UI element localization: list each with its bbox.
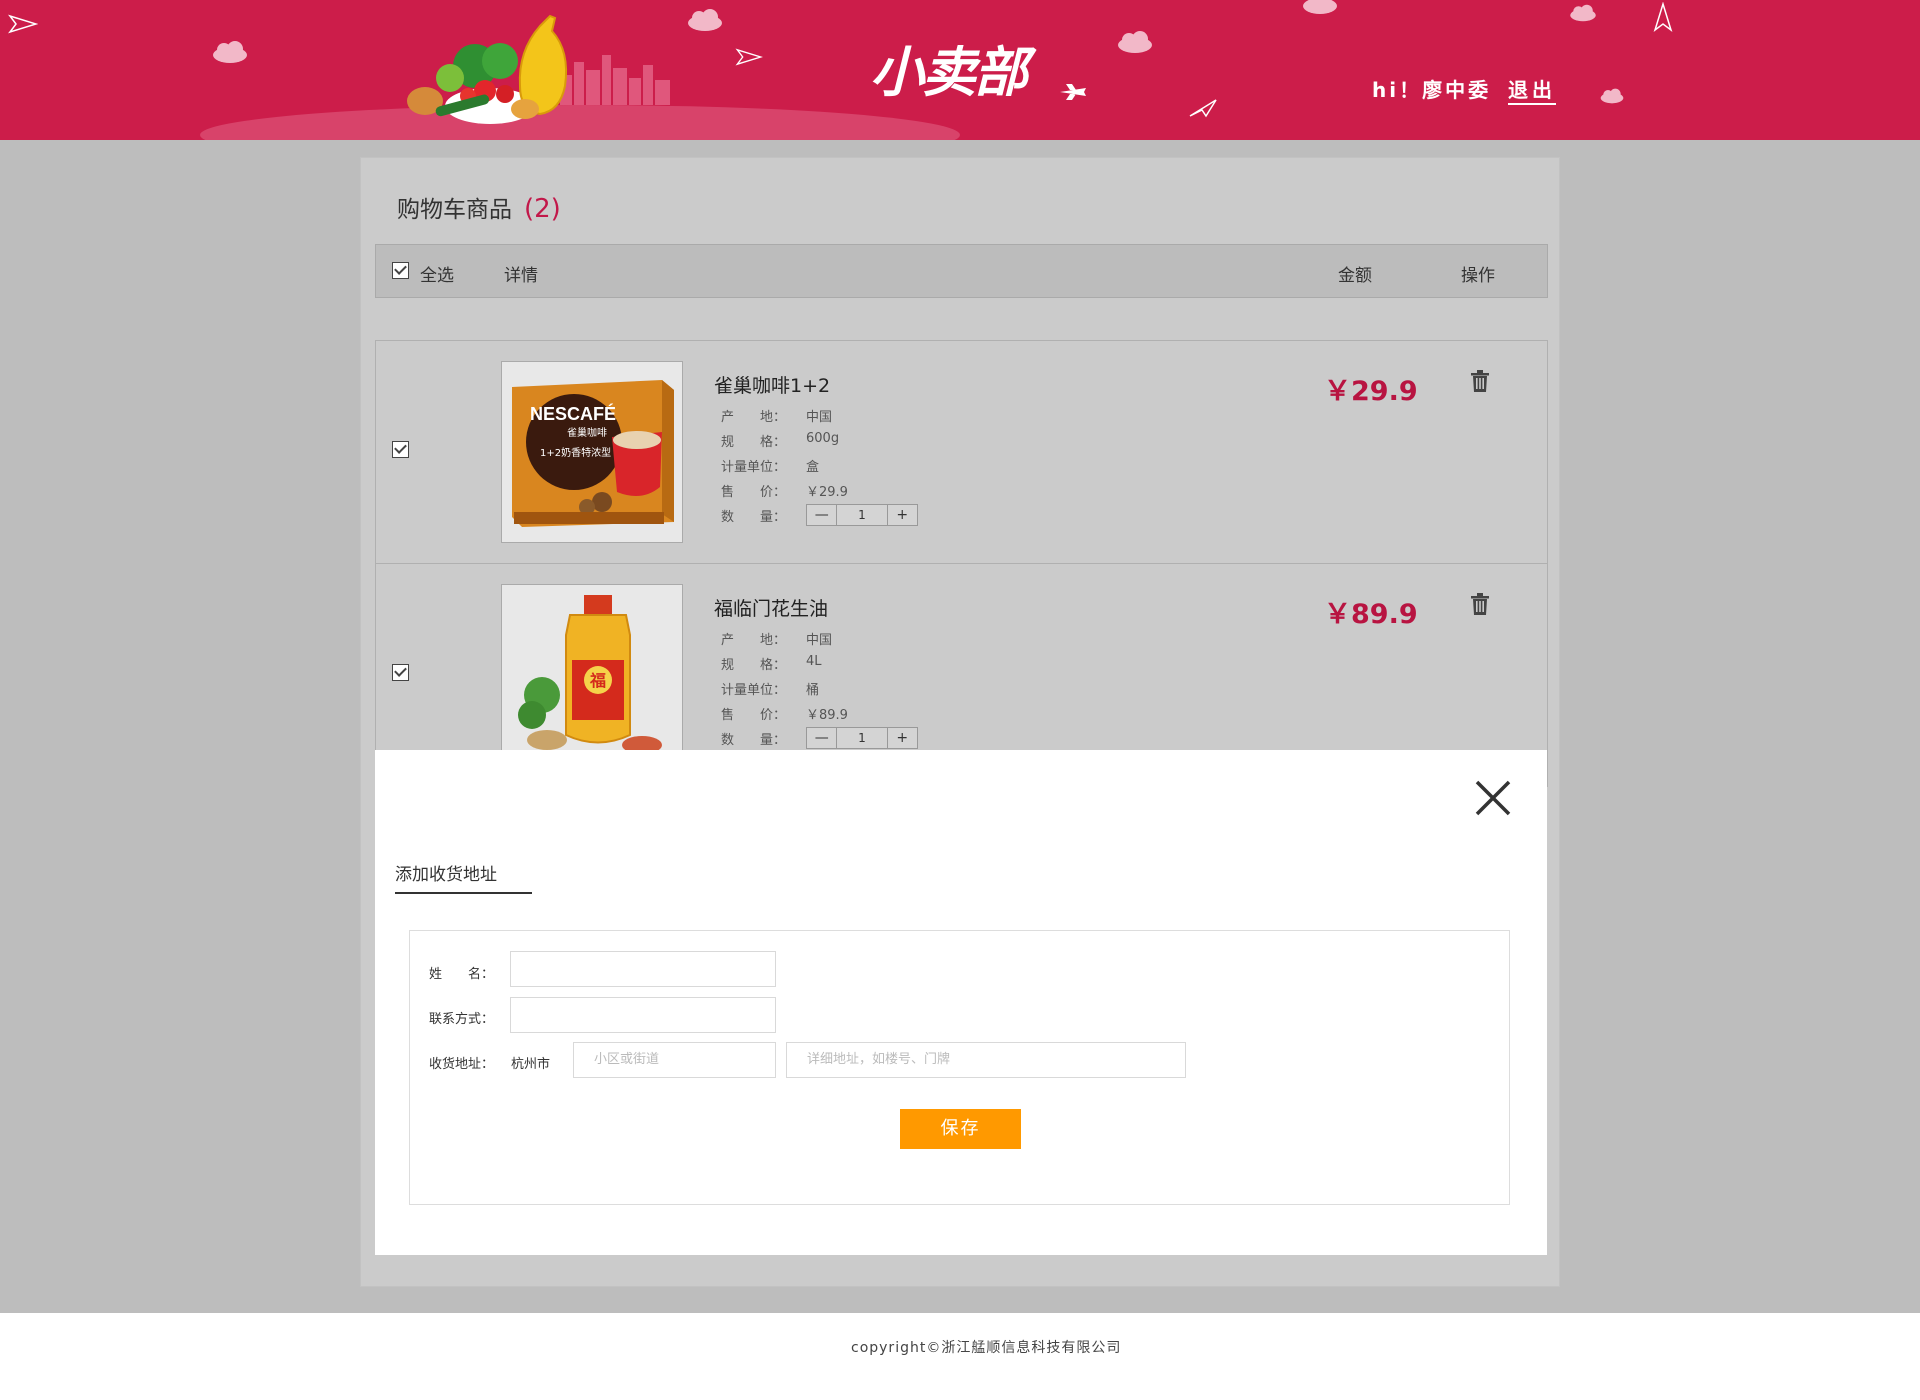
select-all-label[interactable]: 全选: [420, 261, 454, 286]
name-label: 姓 名：: [429, 967, 495, 982]
paper-plane-icon: [1653, 2, 1673, 32]
increase-quantity-button[interactable]: +: [888, 505, 917, 525]
thumb-sub-text: 雀巢咖啡: [567, 426, 607, 439]
attr-label-qty: 数 量：: [721, 733, 787, 748]
quantity-stepper: — 1 +: [806, 504, 918, 526]
address-label: 收货地址：: [429, 1057, 495, 1072]
attr-unit-price: ￥29.9: [806, 485, 848, 500]
thumb-brand-text: 福: [589, 671, 606, 690]
quantity-value[interactable]: 1: [836, 728, 888, 748]
item-checkbox[interactable]: [392, 664, 409, 681]
decrease-quantity-button[interactable]: —: [807, 505, 836, 525]
item-checkbox[interactable]: [392, 441, 409, 458]
cloud-icon: [1570, 4, 1596, 22]
user-greeting: hi！廖中委: [1372, 78, 1492, 102]
column-amount: 金额: [1338, 266, 1372, 286]
decrease-quantity-button[interactable]: —: [807, 728, 836, 748]
increase-quantity-button[interactable]: +: [888, 728, 917, 748]
attr-origin: 中国: [806, 410, 833, 425]
attr-spec: 4L: [806, 654, 822, 669]
close-icon[interactable]: [1473, 778, 1513, 818]
attr-label-origin: 产 地：: [721, 410, 787, 425]
paper-plane-icon: [8, 14, 38, 34]
cart-item: NESCAFÉ 雀巢咖啡 1+2奶香特浓型 雀巢咖啡1+2 产 地： 中国 规 …: [375, 340, 1548, 564]
attr-label-unit: 计量单位：: [721, 683, 787, 698]
attr-unit: 桶: [806, 683, 820, 698]
vegetables-oil-illustration: [407, 14, 568, 124]
thumb-line-text: 1+2奶香特浓型: [540, 446, 611, 459]
product-image: NESCAFÉ 雀巢咖啡 1+2奶香特浓型: [501, 361, 683, 543]
attr-label-unit: 计量单位：: [721, 460, 787, 475]
column-actions: 操作: [1461, 266, 1495, 286]
product-image: 福: [501, 584, 683, 766]
header-hill-decoration: [200, 105, 960, 140]
attr-label-qty: 数 量：: [721, 510, 787, 525]
attr-label-origin: 产 地：: [721, 633, 787, 648]
site-header: 小卖部 hi！廖中委 退出: [0, 0, 1920, 140]
contact-input[interactable]: [510, 997, 776, 1033]
cart-title-text: 购物车商品: [397, 197, 512, 223]
attr-label-price: 售 价：: [721, 708, 787, 723]
thumb-brand-text: NESCAFÉ: [530, 403, 616, 424]
select-all-checkbox[interactable]: [392, 262, 409, 279]
paper-plane-icon: [735, 48, 763, 66]
attr-spec: 600g: [806, 431, 840, 446]
airplane-icon: [1060, 84, 1086, 100]
trash-icon[interactable]: [1470, 369, 1490, 393]
copyright-text: copyright©浙江艋顺信息科技有限公司: [851, 1340, 1122, 1356]
contact-label: 联系方式：: [429, 1012, 495, 1027]
street-input[interactable]: 小区或街道: [573, 1042, 776, 1078]
cart-item-count: (2): [524, 194, 561, 224]
cart-table-header: 全选 详情 金额 操作: [375, 244, 1548, 298]
add-address-modal: 添加收货地址 姓 名： 联系方式： 收货地址： 杭州市 小区或街道 详细地址，如…: [375, 750, 1547, 1255]
attr-label-spec: 规 格：: [721, 435, 787, 450]
city-value: 杭州市: [511, 1057, 551, 1072]
cart-title: 购物车商品 (2): [397, 190, 561, 224]
paper-plane-icon: [1189, 99, 1217, 118]
quantity-stepper: — 1 +: [806, 727, 918, 749]
coffee-box-image: NESCAFÉ 雀巢咖啡 1+2奶香特浓型: [502, 362, 682, 542]
save-button[interactable]: 保存: [900, 1109, 1021, 1149]
attr-unit-price: ￥89.9: [806, 708, 848, 723]
trash-icon[interactable]: [1470, 592, 1490, 616]
cloud-icon: [213, 41, 247, 63]
cloud-icon: [1303, 0, 1337, 14]
column-details: 详情: [504, 266, 538, 286]
attr-unit: 盒: [806, 460, 820, 475]
address-detail-input[interactable]: 详细地址，如楼号、门牌: [786, 1042, 1186, 1078]
modal-title: 添加收货地址: [395, 860, 532, 894]
product-name[interactable]: 福临门花生油: [714, 594, 828, 621]
name-input[interactable]: [510, 951, 776, 987]
attr-label-price: 售 价：: [721, 485, 787, 500]
cloud-icon: [1600, 88, 1624, 104]
logout-link[interactable]: 退出: [1508, 74, 1556, 103]
cloud-icon: [1118, 31, 1152, 53]
quantity-value[interactable]: 1: [836, 505, 888, 525]
attr-origin: 中国: [806, 633, 833, 648]
site-logo: 小卖部: [870, 41, 1028, 104]
cloud-icon: [688, 9, 722, 31]
oil-bottle-image: 福: [502, 585, 682, 765]
site-footer: copyright©浙江艋顺信息科技有限公司: [0, 1313, 1920, 1400]
item-total-price: ￥29.9: [1324, 376, 1418, 407]
item-total-price: ￥89.9: [1324, 599, 1418, 630]
address-form: 姓 名： 联系方式： 收货地址： 杭州市 小区或街道 详细地址，如楼号、门牌 保…: [409, 930, 1510, 1205]
attr-label-spec: 规 格：: [721, 658, 787, 673]
product-name[interactable]: 雀巢咖啡1+2: [714, 371, 830, 398]
